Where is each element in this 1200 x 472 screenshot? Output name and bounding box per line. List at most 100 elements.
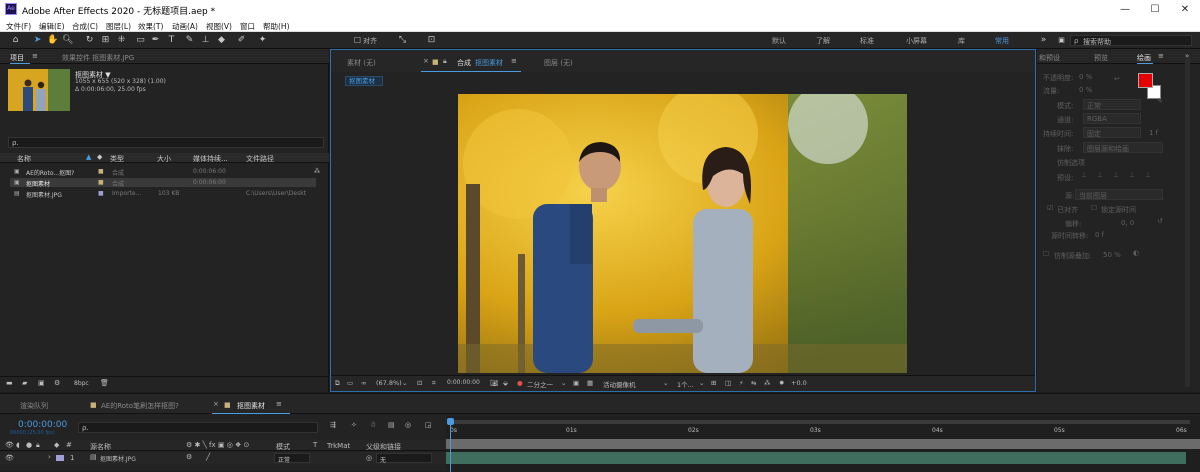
audio-toggle-icon[interactable]: ◖ [16, 441, 20, 449]
timeline-link-icon[interactable]: ⇆ [751, 379, 756, 387]
clone-preset-4-icon[interactable]: ⊥ [1129, 171, 1135, 179]
flowchart-icon[interactable]: ⁂ [314, 168, 320, 175]
fit-frame-icon[interactable]: ⊡ [417, 379, 422, 387]
help-search-input[interactable]: ρ 搜索帮助 [1070, 35, 1192, 46]
pen-tool-icon[interactable]: ✒ [150, 35, 161, 46]
hand-tool-icon[interactable]: ✋ [47, 35, 58, 46]
bit-depth-button[interactable]: 8bpc [74, 380, 89, 387]
clone-preset-1-icon[interactable]: ⊥ [1081, 171, 1087, 179]
close-tab-icon[interactable]: × [423, 57, 429, 65]
clone-preset-5-icon[interactable]: ⊥ [1145, 171, 1151, 179]
project-row[interactable]: ▣ AE的Roto...抠图? ■ 合成 0:00:06:00 ⁂ [10, 167, 320, 177]
tab-effects-presets[interactable]: 和预设 [1039, 53, 1060, 63]
menu-layer[interactable]: 图层(L) [106, 21, 131, 32]
composition-breadcrumb[interactable]: 抠图素材 [345, 76, 383, 86]
show-snapshot-icon[interactable]: ⬙ [503, 379, 508, 387]
panel-scrollbar[interactable] [1185, 57, 1190, 387]
motion-blur-icon[interactable]: ◎ [405, 421, 411, 429]
layer-row[interactable]: 👁︎ › 1 ▤ 抠图素材.JPG ⚙ ╱ 正常 ◎ 无 [0, 452, 446, 464]
foreground-color-swatch[interactable] [1138, 73, 1153, 88]
region-of-interest-icon[interactable]: ▣ [573, 379, 579, 387]
reset-offset-icon[interactable]: ↺ [1157, 217, 1163, 225]
workspace-default[interactable]: 默认 [772, 36, 786, 46]
camera-dropdown[interactable]: 活动摄像机 [603, 379, 636, 389]
column-name[interactable]: 名称 [17, 154, 31, 164]
maximize-button[interactable]: ☐ [1140, 2, 1170, 17]
menu-help[interactable]: 帮助(H) [263, 21, 290, 32]
playhead-handle[interactable] [447, 418, 454, 425]
tab-roto-composition[interactable]: AE的Roto笔刷怎样抠图? [101, 401, 179, 411]
camera-tool-icon[interactable]: ⊞ [100, 35, 111, 46]
paint-panel-menu-icon[interactable]: ≡ [1158, 52, 1164, 60]
lock-source-time-checkbox[interactable]: ☐ [1091, 204, 1097, 212]
menu-view[interactable]: 视图(V) [206, 21, 232, 32]
layer-parent-select[interactable]: 无 [376, 453, 432, 464]
layer-duration-bar[interactable] [446, 452, 1186, 464]
timeline-search-input[interactable]: ρ. [78, 422, 318, 433]
tab-preview[interactable]: 预览 [1094, 53, 1108, 63]
column-source-name[interactable]: 源名称 [90, 442, 111, 452]
tab-render-queue[interactable]: 渲染队列 [20, 401, 48, 411]
shy-layers-icon[interactable]: ☃ [370, 421, 376, 429]
solo-toggle-icon[interactable]: ● [26, 441, 32, 449]
column-mode[interactable]: 模式 [276, 442, 290, 452]
workspace-common-active[interactable]: 常用 [995, 36, 1009, 46]
offset-value[interactable]: 0, 0 [1121, 219, 1134, 227]
column-size[interactable]: 大小 [157, 154, 171, 164]
clone-stamp-tool-icon[interactable]: ⊥ [200, 35, 211, 46]
clone-overlay-checkbox[interactable]: ☐ [1043, 250, 1049, 258]
tab-layer[interactable]: 图层 (无) [544, 58, 573, 68]
menu-animation[interactable]: 动画(A) [172, 21, 198, 32]
workspace-small-screen[interactable]: 小屏幕 [906, 36, 927, 46]
erase-select[interactable]: 图层源和绘画 [1083, 142, 1163, 153]
layer-mode-select[interactable]: 正常 [274, 453, 310, 464]
tab-composition-name[interactable]: 抠图素材 [475, 58, 503, 68]
fast-previews-icon[interactable]: ⚡ [739, 379, 744, 387]
project-search-input[interactable]: ρ. [8, 137, 324, 148]
resolution-dropdown[interactable]: 二分之一 [527, 379, 553, 389]
flowchart-icon[interactable]: ⁂ [764, 379, 771, 387]
workspace-libraries[interactable]: 库 [958, 36, 965, 46]
puppet-pin-tool-icon[interactable]: ✦ [257, 35, 268, 46]
layer-switches-icon[interactable]: ⚙ ✱ ╲ fx ▣ ◎ ❖ ⊙ [186, 441, 249, 449]
display-monitor-icon[interactable]: ▭ [347, 379, 353, 387]
track-matte-toggle[interactable]: T [313, 441, 317, 449]
zoom-tool-icon[interactable]: 🔍︎ [62, 35, 73, 46]
toggle-view-icon[interactable]: ⊞ [711, 379, 716, 387]
current-time-indicator[interactable] [450, 418, 451, 472]
tab-footage[interactable]: 素材 (无) [347, 58, 376, 68]
lock-toggle-icon[interactable]: 🔒︎ [36, 441, 40, 450]
video-toggle-icon[interactable]: 👁︎ [5, 441, 14, 449]
time-ruler-area[interactable]: 0s 01s 02s 03s 04s 05s 06s [446, 416, 1200, 472]
selection-tool-icon[interactable]: ➤ [32, 35, 43, 46]
color-channels-icon[interactable]: ● [517, 379, 523, 387]
current-timecode[interactable]: 0:00:00:00 [18, 420, 67, 430]
tab-effect-controls[interactable]: 效果控件 抠图素材.JPG [62, 53, 134, 63]
label-column-icon[interactable]: ◆ [54, 441, 59, 449]
layer-name[interactable]: 抠图素材.JPG [100, 454, 136, 463]
minimize-button[interactable]: — [1110, 2, 1140, 17]
layer-label-color[interactable] [56, 455, 64, 461]
draft-3d-icon[interactable]: ✧ [351, 421, 357, 429]
menu-edit[interactable]: 编辑(E) [39, 21, 65, 32]
duration-frames[interactable]: 1 f [1149, 129, 1158, 137]
new-folder-icon[interactable]: ▰ [22, 379, 27, 387]
layer-shy-switch-icon[interactable]: ⚙ [186, 453, 192, 461]
frame-blending-icon[interactable]: ▤ [388, 421, 395, 429]
brush-tool-icon[interactable]: ✎ [184, 35, 195, 46]
project-row[interactable]: ▤ 抠图素材.JPG ■ Importe... 103 KB C:\Users\… [10, 189, 320, 199]
clone-preset-2-icon[interactable]: ⊥ [1097, 171, 1103, 179]
menu-file[interactable]: 文件(F) [6, 21, 31, 32]
menu-effect[interactable]: 效果(T) [138, 21, 163, 32]
sort-ascending-icon[interactable]: ▲ [86, 153, 91, 161]
layer-quality-switch-icon[interactable]: ╱ [206, 453, 210, 461]
chevron-down-icon[interactable]: ⌄ [699, 379, 704, 387]
project-panel-menu-icon[interactable]: ≡ [32, 52, 38, 60]
zoom-dropdown[interactable]: (67.8%) [376, 379, 402, 387]
delete-icon[interactable]: 🗑︎ [100, 379, 109, 387]
chevron-down-icon[interactable]: ⌄ [561, 379, 566, 387]
close-button[interactable]: ✕ [1170, 2, 1200, 17]
label-column-icon[interactable]: ◆ [97, 153, 102, 161]
snap-option-icon[interactable]: ⤡ [397, 35, 408, 46]
column-media-duration[interactable]: 媒体持续... [193, 154, 228, 164]
